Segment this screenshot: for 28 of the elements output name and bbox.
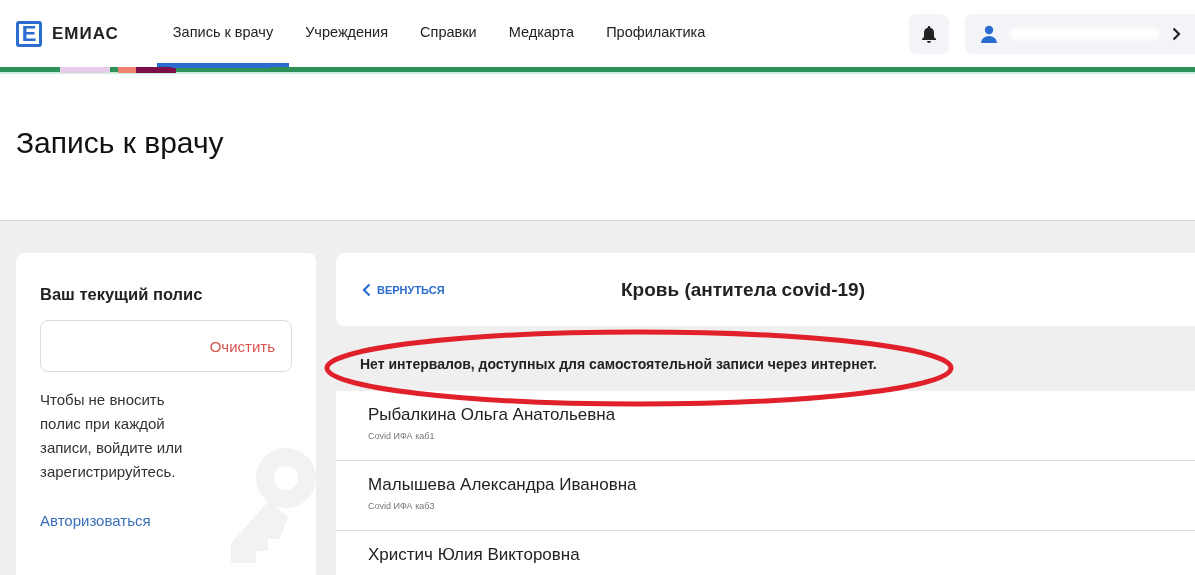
nav-tab[interactable]: Медкарта [492,0,591,67]
chevron-right-icon [1172,26,1181,41]
card-title: Ваш текущий полис [40,285,204,304]
doctor-row[interactable]: Малышева Александра Ивановна Covid ИФА каб3 [336,461,1195,531]
doctor-name: Рыбалкина Ольга Анатольевна [368,405,617,425]
logo-icon: Е [16,20,42,47]
page-title: Запись к врачу [16,126,225,160]
back-button[interactable]: ВЕРНУТЬСЯ [362,282,445,297]
nav-tab[interactable]: Справки [404,0,493,67]
user-icon [981,24,997,43]
service-title: Кровь (антитела covid-19) [621,278,865,301]
policy-input-field[interactable]: Очистить [40,320,292,372]
chevron-left-icon [362,282,371,297]
logo-text: ЕМИАС [52,23,119,44]
doctor-room: Covid ИФА каб1 [368,431,436,441]
login-link[interactable]: Авторизоваться [40,512,151,529]
doctor-name: Христич Юлия Викторовна [368,545,581,565]
hint-text: Чтобы не вносить полис при каждой записи, войдите или зарегистрируйтесь. [40,390,184,482]
nav-tab[interactable]: Профилактика [590,0,722,67]
notifications-button[interactable] [909,13,949,54]
nav-tab[interactable]: Учреждения [289,0,405,67]
no-slots-message: Нет интервалов, доступных для самостоятельной записи через интернет. [360,355,877,372]
bell-icon [921,24,937,43]
doctor-row[interactable]: Рыбалкина Ольга Анатольевна Covid ИФА каб1 [336,391,1195,461]
clear-button[interactable]: Очистить [209,337,275,355]
doctor-row[interactable]: Христич Юлия Викторовна [336,531,1195,575]
doctor-name: Малышева Александра Ивановна [368,475,638,495]
doctor-room: Covid ИФА каб3 [368,501,436,511]
